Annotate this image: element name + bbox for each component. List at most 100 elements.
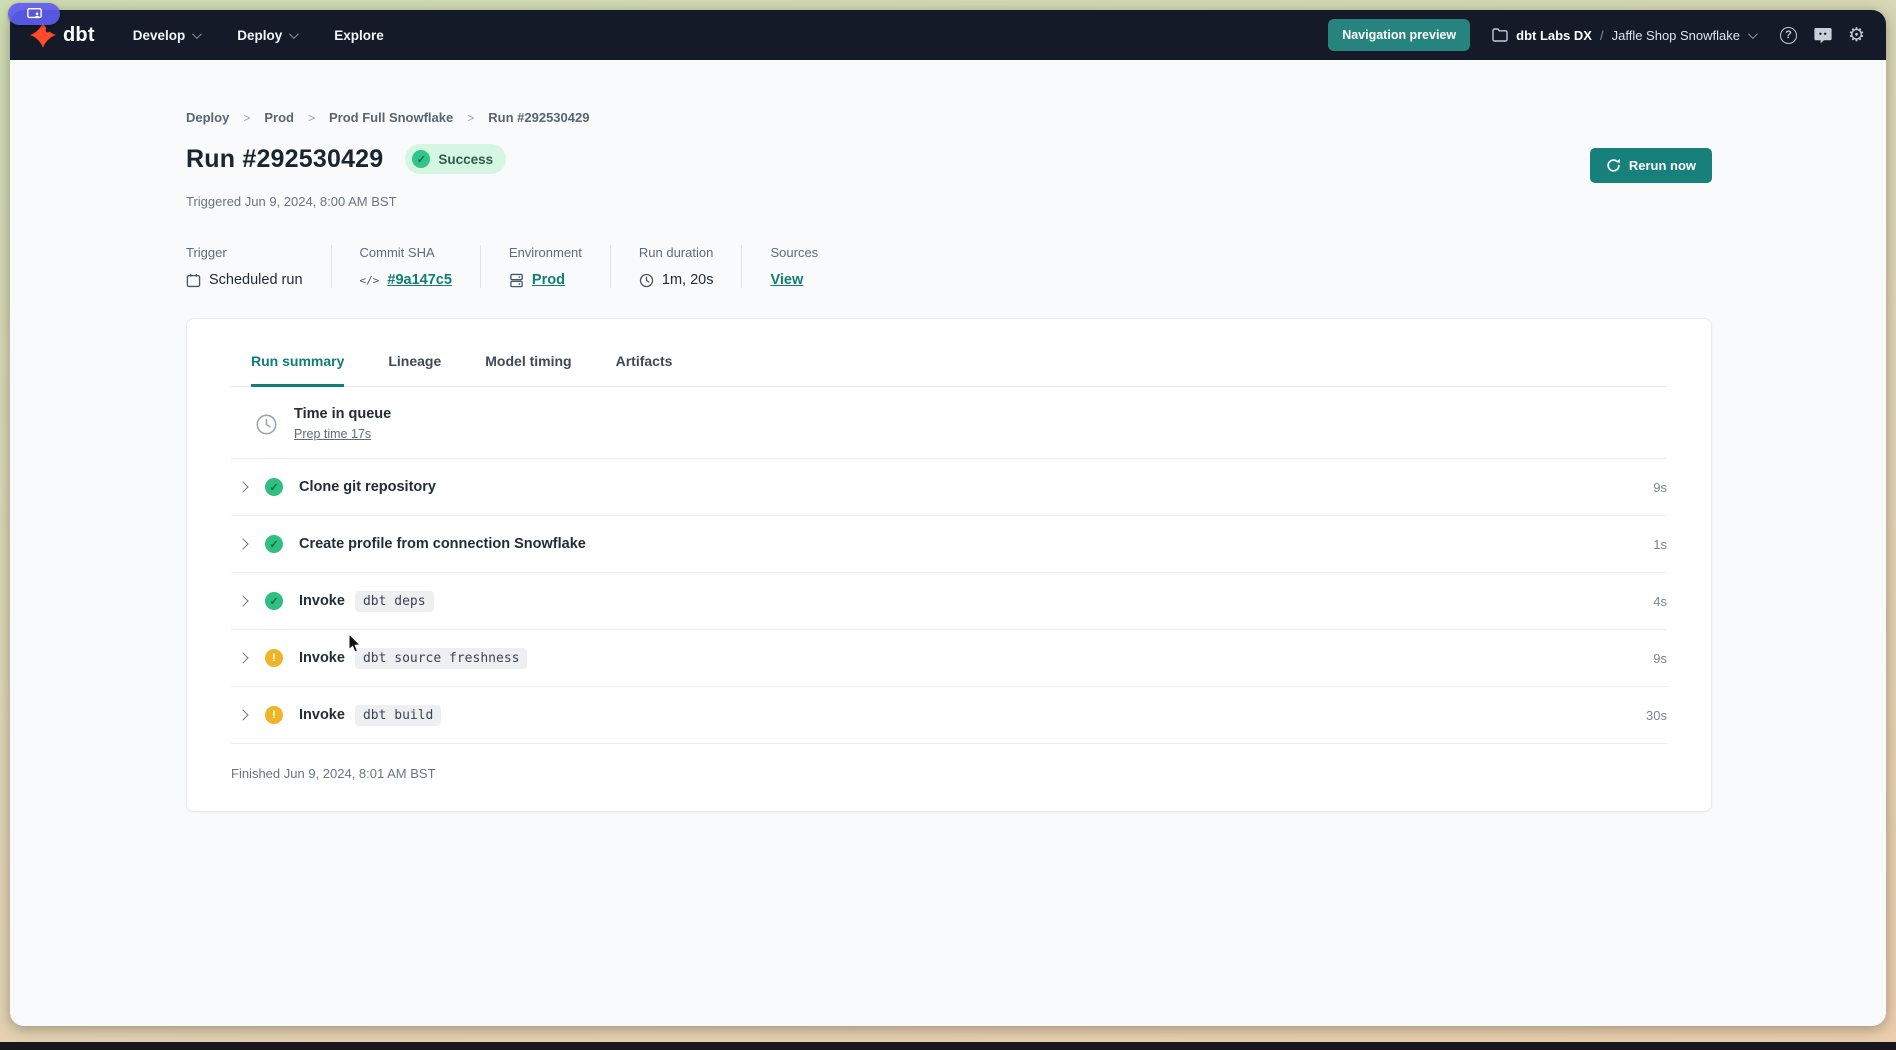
breadcrumb-separator: > xyxy=(243,111,250,125)
status-badge: ✓ Success xyxy=(405,144,506,174)
step-duration: 4s xyxy=(1653,594,1667,609)
step-label: Invoke xyxy=(299,707,345,723)
calendar-icon xyxy=(186,273,201,288)
nav-item-label: Develop xyxy=(133,28,186,43)
run-meta-row: Trigger Scheduled run Commit SHA </> #9a… xyxy=(186,245,1712,288)
time-in-queue-row: Time in queue Prep time 17s xyxy=(231,387,1667,459)
meta-value-duration: 1m, 20s xyxy=(662,272,714,288)
triggered-timestamp: Triggered Jun 9, 2024, 8:00 AM BST xyxy=(186,194,1712,209)
prep-time-link[interactable]: Prep time 17s xyxy=(294,427,371,441)
step-status-icon xyxy=(265,535,283,553)
browser-window: dbt Develop Deploy Explore Navigation pr… xyxy=(10,10,1886,1026)
page-title: Run #292530429 xyxy=(186,145,383,174)
nav-item-explore[interactable]: Explore xyxy=(334,28,384,43)
tab-model-timing[interactable]: Model timing xyxy=(485,353,571,387)
expand-chevron-icon[interactable] xyxy=(237,709,248,720)
step-row-dbt-build[interactable]: Invoke dbt build 30s xyxy=(231,687,1667,744)
meta-value-trigger: Scheduled run xyxy=(209,272,303,288)
nav-icon-group: ? ⚙ xyxy=(1779,26,1866,45)
environment-link[interactable]: Prod xyxy=(532,272,565,288)
meta-label: Run duration xyxy=(639,245,714,260)
queue-clock-icon xyxy=(255,413,278,436)
sources-view-link[interactable]: View xyxy=(770,272,803,288)
step-label: Invoke xyxy=(299,650,345,666)
dbt-logo-text: dbt xyxy=(63,24,95,47)
breadcrumb: Deploy > Prod > Prod Full Snowflake > Ru… xyxy=(186,110,1712,125)
expand-chevron-icon[interactable] xyxy=(237,481,248,492)
clock-icon xyxy=(639,273,654,288)
chevron-down-icon xyxy=(289,29,299,39)
dbt-logo[interactable]: dbt xyxy=(30,22,95,48)
nav-item-label: Explore xyxy=(334,28,384,43)
account-name: dbt Labs DX xyxy=(1516,28,1592,43)
nav-item-label: Deploy xyxy=(237,28,282,43)
step-label: Create profile from connection Snowflake xyxy=(299,536,586,552)
folder-icon xyxy=(1492,28,1508,42)
step-command: dbt deps xyxy=(355,591,434,612)
chevron-down-icon xyxy=(1748,29,1758,39)
breadcrumb-run[interactable]: Run #292530429 xyxy=(488,110,589,125)
meta-label: Trigger xyxy=(186,245,303,260)
feedback-icon[interactable] xyxy=(1813,26,1832,45)
meta-commit-sha: Commit SHA </> #9a147c5 xyxy=(360,245,481,288)
breadcrumb-deploy[interactable]: Deploy xyxy=(186,110,229,125)
meta-environment: Environment Prod xyxy=(509,245,611,288)
step-status-icon xyxy=(265,592,283,610)
step-row-source-freshness[interactable]: Invoke dbt source freshness 9s xyxy=(231,630,1667,687)
step-label: Invoke xyxy=(299,593,345,609)
rerun-now-button[interactable]: Rerun now xyxy=(1590,148,1712,183)
breadcrumb-separator: > xyxy=(308,111,315,125)
commit-sha-link[interactable]: #9a147c5 xyxy=(387,272,452,288)
step-command: dbt build xyxy=(355,705,441,726)
finished-timestamp: Finished Jun 9, 2024, 8:01 AM BST xyxy=(231,744,1667,811)
breadcrumb-separator: > xyxy=(467,111,474,125)
success-check-icon: ✓ xyxy=(412,150,430,168)
database-icon xyxy=(509,273,524,288)
step-duration: 9s xyxy=(1653,651,1667,666)
nav-menu: Develop Deploy Explore xyxy=(133,28,384,43)
step-duration: 30s xyxy=(1646,708,1667,723)
refresh-icon xyxy=(1606,158,1621,173)
meta-sources: Sources View xyxy=(770,245,846,288)
tab-lineage[interactable]: Lineage xyxy=(388,353,441,387)
desktop-edge xyxy=(0,1042,1896,1050)
screen-share-icon xyxy=(27,8,42,20)
step-command: dbt source freshness xyxy=(355,648,528,669)
step-duration: 9s xyxy=(1653,480,1667,495)
project-name: Jaffle Shop Snowflake xyxy=(1612,28,1740,43)
tab-artifacts[interactable]: Artifacts xyxy=(616,353,673,387)
top-nav: dbt Develop Deploy Explore Navigation pr… xyxy=(10,10,1886,60)
account-separator: / xyxy=(1600,28,1604,43)
expand-chevron-icon[interactable] xyxy=(237,652,248,663)
help-icon[interactable]: ? xyxy=(1779,26,1798,45)
tab-run-summary[interactable]: Run summary xyxy=(251,353,344,387)
step-row-create-profile[interactable]: Create profile from connection Snowflake… xyxy=(231,516,1667,573)
step-row-clone-git[interactable]: Clone git repository 9s xyxy=(231,459,1667,516)
tab-bar: Run summary Lineage Model timing Artifac… xyxy=(231,319,1667,387)
navigation-preview-button[interactable]: Navigation preview xyxy=(1328,19,1470,51)
breadcrumb-prod[interactable]: Prod xyxy=(264,110,294,125)
meta-label: Commit SHA xyxy=(360,245,452,260)
nav-item-deploy[interactable]: Deploy xyxy=(237,28,296,43)
expand-chevron-icon[interactable] xyxy=(237,538,248,549)
screen-share-badge xyxy=(8,3,60,25)
settings-gear-icon[interactable]: ⚙ xyxy=(1847,26,1866,45)
queue-title: Time in queue xyxy=(294,406,391,422)
chevron-down-icon xyxy=(192,29,202,39)
code-icon: </> xyxy=(360,274,380,287)
step-row-dbt-deps[interactable]: Invoke dbt deps 4s xyxy=(231,573,1667,630)
step-status-icon xyxy=(265,649,283,667)
account-project-switcher[interactable]: dbt Labs DX / Jaffle Shop Snowflake xyxy=(1492,28,1755,43)
meta-label: Sources xyxy=(770,245,818,260)
step-label: Clone git repository xyxy=(299,479,436,495)
dbt-logo-icon xyxy=(30,22,56,48)
step-status-icon xyxy=(265,478,283,496)
main-content: Deploy > Prod > Prod Full Snowflake > Ru… xyxy=(10,60,1886,1026)
rerun-now-label: Rerun now xyxy=(1629,158,1696,173)
breadcrumb-job[interactable]: Prod Full Snowflake xyxy=(329,110,453,125)
meta-label: Environment xyxy=(509,245,582,260)
expand-chevron-icon[interactable] xyxy=(237,595,248,606)
nav-item-develop[interactable]: Develop xyxy=(133,28,200,43)
status-badge-label: Success xyxy=(438,152,493,167)
step-duration: 1s xyxy=(1653,537,1667,552)
